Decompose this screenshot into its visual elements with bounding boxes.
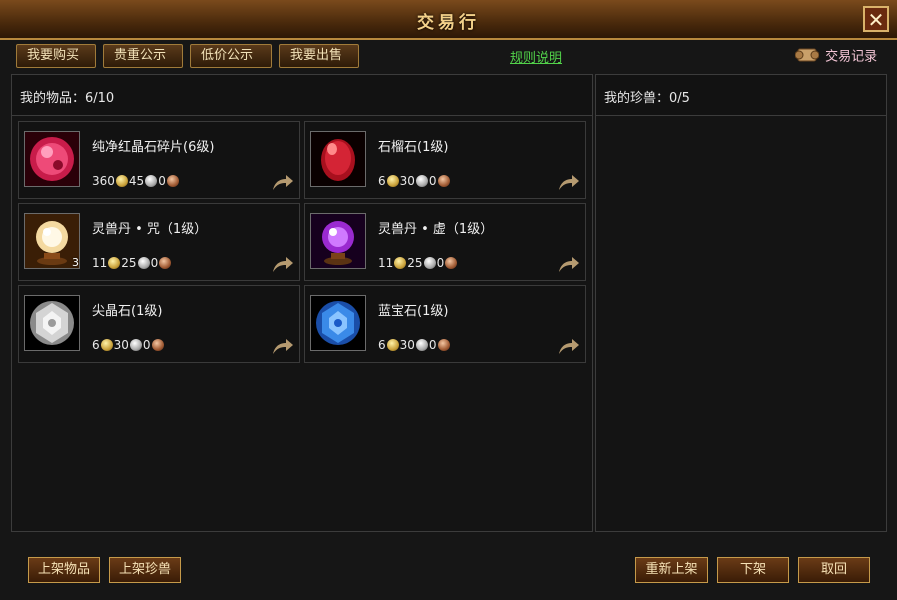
sapphire-icon [310,295,366,351]
spinel-icon [24,295,80,351]
item-price: 6 30 0 [378,338,451,352]
copper-amount: 0 [150,256,159,270]
item-slot[interactable]: 灵兽丹 • 虚（1级） 11 25 0 [304,203,586,281]
item-price: 6 30 0 [92,338,165,352]
gold-coin-icon [108,257,121,269]
item-price: 11 25 0 [378,256,458,270]
item-slot[interactable]: 纯净红晶石碎片(6级) 360 45 0 [18,121,300,199]
copper-amount: 0 [436,256,445,270]
garnet-icon [310,131,366,187]
gold-coin-icon [386,339,399,351]
silver-coin-icon [415,175,428,187]
gold-coin-icon [394,257,407,269]
silver-coin-icon [415,339,428,351]
gold-amount: 11 [378,256,394,270]
share-arrow-icon[interactable] [271,172,295,192]
item-stack-count: 3 [72,256,79,269]
item-price: 11 25 0 [92,256,172,270]
my-pets-count: 我的珍兽：0/5 [604,91,690,106]
gold-amount: 6 [378,174,386,188]
tab-buy[interactable]: 我要购买 [16,44,96,68]
copper-coin-icon [151,339,164,351]
silver-amount: 30 [399,338,415,352]
share-arrow-icon[interactable] [557,254,581,274]
relist-button[interactable]: 重新上架 [635,557,708,583]
trading-house-window: 交易行 ✕ 我要购买 贵重公示 低价公示 我要出售 规则说明 交易记录 我的物品… [0,0,897,600]
gold-amount: 11 [92,256,108,270]
delist-button[interactable]: 下架 [717,557,789,583]
retrieve-button[interactable]: 取回 [798,557,870,583]
list-pet-button[interactable]: 上架珍兽 [109,557,181,583]
share-arrow-icon[interactable] [557,336,581,356]
item-slot[interactable]: 尖晶石(1级) 6 30 0 [18,285,300,363]
trade-log-button[interactable]: 交易记录 [795,45,877,67]
window-title: 交易行 [417,13,480,33]
silver-coin-icon [145,175,158,187]
title-bar: 交易行 ✕ [0,0,897,40]
silver-amount: 45 [128,174,145,188]
copper-coin-icon [166,175,179,187]
red-crystal-shard-icon [24,131,80,187]
item-name: 石榴石(1级) [378,140,449,155]
close-button[interactable]: ✕ [863,6,889,32]
my-items-panel: 我的物品：6/10 纯净红晶石碎片(6级) 360 45 0 石榴石(1级) 6 30… [11,74,593,532]
copper-amount: 0 [142,338,151,352]
gold-coin-icon [386,175,399,187]
my-items-header: 我的物品：6/10 [12,75,592,116]
item-slot[interactable]: 3 灵兽丹 • 咒（1级） 11 25 0 [18,203,300,281]
silver-amount: 25 [407,256,423,270]
tab-valuables[interactable]: 贵重公示 [103,44,183,68]
share-arrow-icon[interactable] [271,254,295,274]
item-name: 尖晶石(1级) [92,304,163,319]
silver-coin-icon [129,339,142,351]
trade-log-label: 交易记录 [825,49,878,65]
my-pets-panel: 我的珍兽：0/5 [595,74,887,532]
item-slot[interactable]: 石榴石(1级) 6 30 0 [304,121,586,199]
tab-low-price[interactable]: 低价公示 [190,44,272,68]
silver-amount: 30 [399,174,415,188]
item-price: 6 30 0 [378,174,451,188]
gold-coin-icon [100,339,113,351]
copper-amount: 0 [428,338,437,352]
list-item-button[interactable]: 上架物品 [28,557,100,583]
copper-coin-icon [437,339,450,351]
scroll-icon [795,48,819,62]
item-slot[interactable]: 蓝宝石(1级) 6 30 0 [304,285,586,363]
share-arrow-icon[interactable] [271,336,295,356]
my-items-count: 我的物品：6/10 [20,91,115,106]
share-arrow-icon[interactable] [557,172,581,192]
item-name: 纯净红晶石碎片(6级) [92,140,215,155]
silver-coin-icon [137,257,150,269]
rules-link[interactable]: 规则说明 [510,47,562,66]
silver-coin-icon [423,257,436,269]
gold-coin-icon [115,175,128,187]
my-pets-header: 我的珍兽：0/5 [596,75,886,116]
item-price: 360 45 0 [92,174,180,188]
gold-amount: 6 [378,338,386,352]
silver-amount: 30 [113,338,129,352]
gold-amount: 360 [92,174,115,188]
tab-sell[interactable]: 我要出售 [279,44,359,68]
item-name: 灵兽丹 • 虚（1级） [378,222,494,237]
copper-coin-icon [159,257,172,269]
silver-amount: 25 [121,256,137,270]
gold-amount: 6 [92,338,100,352]
copper-amount: 0 [428,174,437,188]
copper-coin-icon [437,175,450,187]
spirit-pill-void-icon [310,213,366,269]
item-name: 灵兽丹 • 咒（1级） [92,222,208,237]
item-name: 蓝宝石(1级) [378,304,449,319]
copper-coin-icon [445,257,458,269]
copper-amount: 0 [158,174,166,188]
